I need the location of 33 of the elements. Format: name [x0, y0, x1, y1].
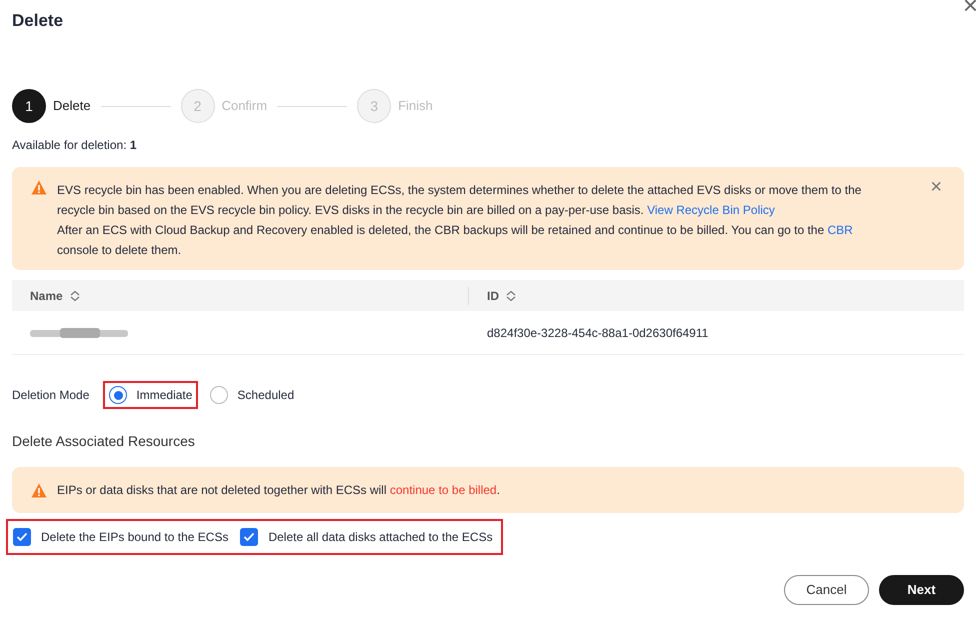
step-label: Confirm: [222, 97, 268, 116]
field-label: Deletion Mode: [12, 387, 90, 404]
step-number: 2: [180, 89, 215, 123]
checkbox[interactable]: [240, 528, 258, 546]
checkbox[interactable]: [13, 528, 31, 546]
step-label: Delete: [53, 97, 91, 116]
notice-text: After an ECS with Cloud Backup and Recovery enabled is deleted, the CBR backups will be retained and continue to be billed. You can go to the CBR console to delete them.: [57, 222, 854, 259]
inline-link[interactable]: CBR: [828, 223, 853, 237]
warning-icon: [31, 482, 47, 498]
radio-option[interactable]: Immediate: [103, 381, 198, 409]
dialog-title: Delete: [12, 11, 64, 31]
available-count: Available for deletion: 1: [12, 138, 137, 152]
cancel-button[interactable]: Cancel: [784, 575, 869, 605]
column-header: ID: [487, 288, 499, 304]
checkmark-icon: [16, 532, 28, 542]
checkbox-option[interactable]: Delete the EIPs bound to the ECSs: [13, 528, 228, 546]
section-title: Delete Associated Resources: [12, 432, 195, 451]
radio-option[interactable]: Scheduled: [204, 381, 300, 409]
column-header: Name: [30, 288, 63, 304]
next-button[interactable]: Next: [879, 575, 964, 605]
step-label: Finish: [398, 97, 433, 116]
step-number: 1: [12, 89, 46, 123]
sort-icon[interactable]: [505, 290, 517, 302]
notice-text: EVS recycle bin has been enabled. When you are deleting ECSs, the system determines whether to delete the attached EVS disks or move them to the recycle bin based on the EVS recycle bin policy. EVS disks in the recycle bin are billed on a pay-per-use basis. View Recycle Bin Policy: [57, 182, 862, 219]
checkmark-icon: [243, 532, 256, 542]
checkbox-option[interactable]: Delete all data disks attached to the ECSs: [240, 528, 493, 546]
close-button[interactable]: ×: [930, 177, 942, 197]
sort-icon[interactable]: [68, 290, 81, 302]
notice-text: EIPs or data disks that are not deleted together with ECSs will continue to be billed.: [57, 482, 500, 499]
warning-icon: [31, 180, 47, 195]
step-number: 3: [357, 89, 392, 123]
inline-link[interactable]: View Recycle Bin Policy: [647, 203, 775, 217]
table-cell-text: d824f30e-3228-454c-88a1-0d2630f64911: [486, 324, 708, 342]
